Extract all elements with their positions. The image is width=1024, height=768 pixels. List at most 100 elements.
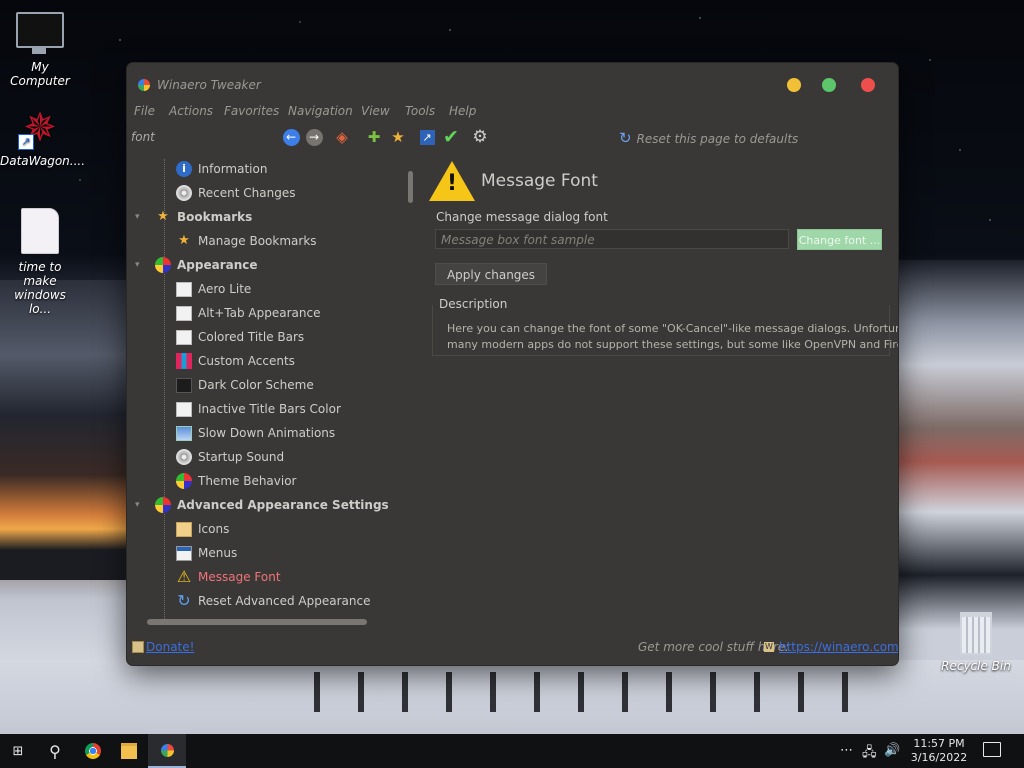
- tree-category-bookmarks[interactable]: ▾ ★ Bookmarks: [135, 207, 252, 227]
- tree-item-label: Message Font: [198, 570, 281, 584]
- desktop-icon-text-file[interactable]: time to make windows lo...: [0, 208, 80, 316]
- back-button[interactable]: ←: [281, 127, 301, 147]
- menu-tools[interactable]: Tools: [405, 104, 435, 118]
- taskbar-clock[interactable]: 11:57 PM 3/16/2022: [904, 737, 974, 765]
- reset-page-link[interactable]: ↻ Reset this page to defaults: [619, 129, 798, 147]
- apply-check-button[interactable]: ✔: [441, 127, 461, 147]
- settings-panel: ! Message Font Change message dialog fon…: [427, 159, 898, 629]
- forward-button[interactable]: →: [304, 127, 324, 147]
- tree-item-inactive-title-bars-color[interactable]: Inactive Title Bars Color: [176, 399, 341, 419]
- tree-item-colored-title-bars[interactable]: Colored Title Bars: [176, 327, 304, 347]
- info-icon: i: [176, 161, 192, 177]
- tree-item-icons[interactable]: Icons: [176, 519, 229, 539]
- desktop-icon-recycle-bin[interactable]: Recycle Bin: [936, 612, 1016, 673]
- tree-item-information[interactable]: i Information: [176, 159, 267, 179]
- search-icon: ⚲: [49, 741, 61, 761]
- desktop-icon-label: Recycle Bin: [941, 659, 1011, 673]
- tree-vertical-scrollbar[interactable]: [408, 171, 413, 203]
- tree-item-startup-sound[interactable]: Startup Sound: [176, 447, 284, 467]
- network-icon[interactable]: 🖧: [862, 743, 877, 765]
- bookmarks-button[interactable]: ★: [388, 127, 408, 147]
- dark-window-icon: [176, 377, 192, 393]
- wallpaper-trees: [300, 672, 860, 712]
- desktop-icon-label: My Computer: [10, 60, 70, 88]
- change-font-button[interactable]: Change font ...: [797, 229, 882, 250]
- search-input[interactable]: [129, 127, 281, 147]
- tree-item-label: Slow Down Animations: [198, 426, 336, 440]
- taskbar-chrome[interactable]: [76, 734, 110, 768]
- start-button[interactable]: ⊞: [0, 734, 36, 768]
- menu-icon: [176, 545, 192, 561]
- gear-icon: ⚙: [472, 127, 488, 147]
- palette-icon: [155, 257, 171, 273]
- wallpaper-mountain-left: [0, 280, 130, 580]
- clock-date: 3/16/2022: [910, 751, 968, 764]
- menu-file[interactable]: File: [134, 104, 155, 118]
- shortcut-button[interactable]: ↗: [417, 127, 437, 147]
- tree-item-dark-color-scheme[interactable]: Dark Color Scheme: [176, 375, 314, 395]
- star-icon: ★: [178, 233, 190, 248]
- description-title: Description: [439, 297, 508, 311]
- tree-item-label: Advanced Appearance Settings: [177, 498, 389, 512]
- maximize-button[interactable]: [822, 78, 836, 92]
- tree-item-label: Dark Color Scheme: [198, 378, 314, 392]
- tree-item-message-font[interactable]: ⚠ Message Font: [176, 567, 281, 587]
- taskbar-file-explorer[interactable]: [112, 734, 146, 768]
- desktop-icon-my-computer[interactable]: My Computer: [0, 12, 80, 88]
- taskbar-winaero-tweaker[interactable]: [148, 734, 186, 768]
- recycle-bin-icon: [960, 612, 992, 655]
- settings-button[interactable]: ⚙: [470, 127, 490, 147]
- chevron-down-icon: ▾: [135, 260, 140, 270]
- menu-navigation[interactable]: Navigation: [288, 104, 353, 118]
- donate-link[interactable]: Donate!: [146, 640, 194, 654]
- menu-help[interactable]: Help: [449, 104, 476, 118]
- tree-category-advanced-appearance-settings[interactable]: ▾ Advanced Appearance Settings: [135, 495, 389, 515]
- menu-view[interactable]: View: [361, 104, 390, 118]
- back-arrow-icon: ←: [282, 128, 300, 146]
- tree-item-label: Inactive Title Bars Color: [198, 402, 341, 416]
- apply-changes-button[interactable]: Apply changes: [435, 263, 547, 285]
- taskbar-search-button[interactable]: ⚲: [38, 734, 72, 768]
- notification-center-icon[interactable]: [983, 742, 1001, 757]
- tree-item-label: Icons: [198, 522, 230, 536]
- navigation-tree: i Information Recent Changes ▾ ★ Bookmarks …: [127, 159, 419, 619]
- tree-item-recent-changes[interactable]: Recent Changes: [176, 183, 295, 203]
- folder-icon: [121, 743, 137, 759]
- tree-item-alt-tab-appearance[interactable]: Alt+Tab Appearance: [176, 303, 320, 323]
- minimize-button[interactable]: [787, 78, 801, 92]
- tree-item-reset-advanced-appearance[interactable]: ↻ Reset Advanced Appearance: [176, 591, 370, 611]
- winaero-website-link[interactable]: https://winaero.com: [779, 640, 898, 654]
- tree-horizontal-scrollbar[interactable]: [147, 619, 367, 625]
- window-icon: [176, 281, 192, 297]
- add-bookmark-button[interactable]: ✚: [364, 127, 384, 147]
- tree-item-label: Alt+Tab Appearance: [198, 306, 321, 320]
- tree-item-theme-behavior[interactable]: Theme Behavior: [176, 471, 297, 491]
- tree-item-label: Manage Bookmarks: [198, 234, 317, 248]
- checkmark-icon: ✔: [443, 126, 459, 148]
- shortcut-arrow-icon: ↗: [18, 134, 34, 150]
- desktop-icon-label: time to make windows lo...: [14, 260, 66, 316]
- tree-item-slow-down-animations[interactable]: Slow Down Animations: [176, 423, 335, 443]
- tree-item-custom-accents[interactable]: Custom Accents: [176, 351, 295, 371]
- tree-item-label: Colored Title Bars: [198, 330, 305, 344]
- speaker-icon: [176, 449, 192, 465]
- close-button[interactable]: [861, 78, 875, 92]
- tree-item-manage-bookmarks[interactable]: ★ Manage Bookmarks: [176, 231, 317, 251]
- window-icon: [176, 401, 192, 417]
- tree-item-aero-lite[interactable]: Aero Lite: [176, 279, 251, 299]
- volume-icon[interactable]: 🔊: [884, 743, 900, 758]
- reset-icon: ↻: [177, 591, 191, 610]
- tree-category-appearance[interactable]: ▾ Appearance: [135, 255, 258, 275]
- menu-actions[interactable]: Actions: [169, 104, 213, 118]
- description-text: many modern apps do not support these se…: [447, 338, 899, 351]
- tray-overflow-button[interactable]: ⋯: [840, 743, 853, 758]
- menu-favorites[interactable]: Favorites: [224, 104, 279, 118]
- package-button[interactable]: ◈: [332, 127, 352, 147]
- taskbar: ⊞ ⚲ ⋯ 🖧 🔊 11:57 PM 3/16/2022: [0, 734, 1024, 768]
- desktop-icon-datawagon[interactable]: ✵ ↗ DataWagon....: [0, 106, 85, 168]
- palette-icon: [155, 497, 171, 513]
- title-bar[interactable]: Winaero Tweaker: [127, 63, 898, 105]
- window-icon: [176, 329, 192, 345]
- package-icon: ◈: [336, 128, 348, 146]
- tree-item-menus[interactable]: Menus: [176, 543, 237, 563]
